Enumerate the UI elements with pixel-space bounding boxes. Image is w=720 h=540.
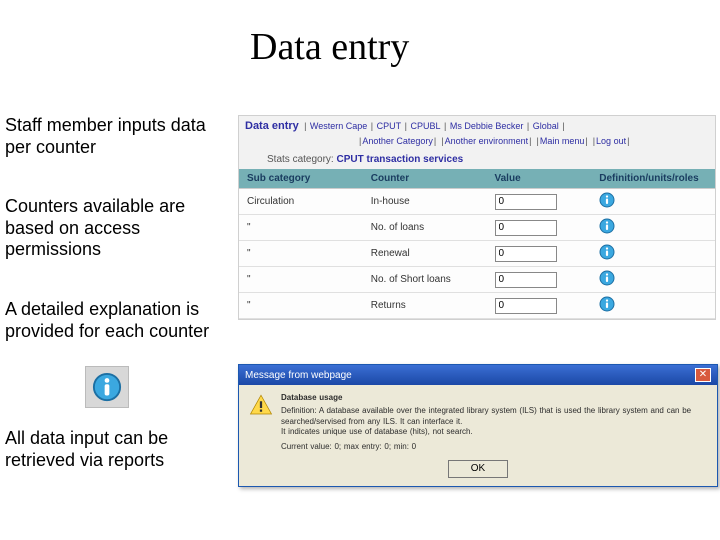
stats-category: Stats category: CPUT transaction service… [239,150,715,169]
cell-subcategory: " [239,215,363,241]
warning-icon [249,393,273,452]
col-value: Value [487,169,592,189]
info-icon[interactable] [599,244,615,260]
dialog-line2: Definition: A database available over th… [281,406,707,427]
cell-counter: No. of Short loans [363,267,487,293]
cell-subcategory: Circulation [239,189,363,215]
crumb[interactable]: Ms Debbie Becker [450,121,524,131]
message-dialog: Message from webpage ✕ Database usage De… [238,364,718,487]
ok-button[interactable]: OK [448,460,508,478]
cell-counter: Returns [363,293,487,319]
value-input[interactable] [495,246,557,262]
cell-value [487,189,592,215]
slide-title: Data entry [250,25,409,69]
value-input[interactable] [495,298,557,314]
info-icon[interactable] [599,296,615,312]
counters-table: Sub category Counter Value Definition/un… [239,169,715,319]
value-input[interactable] [495,220,557,236]
close-icon[interactable]: ✕ [695,368,711,382]
panel-subnav: |Another Category| |Another environment|… [239,136,715,150]
cell-value [487,267,592,293]
cell-value [487,215,592,241]
dialog-title: Message from webpage [245,370,352,381]
dialog-line4: Current value: 0; max entry: 0; min: 0 [281,442,707,452]
cell-info [591,293,715,319]
crumb[interactable]: Western Cape [310,121,367,131]
crumb[interactable]: CPUBL [410,121,440,131]
subnav-link[interactable]: Main menu [540,136,585,146]
stats-value: CPUT transaction services [336,154,463,165]
breadcrumb: | Western Cape | CPUT | CPUBL | Ms Debbi… [302,121,565,131]
bullet-4: All data input can be retrieved via repo… [5,428,235,471]
col-counter: Counter [363,169,487,189]
cell-info [591,189,715,215]
value-input[interactable] [495,272,557,288]
dialog-titlebar: Message from webpage ✕ [239,365,717,385]
cell-counter: No. of loans [363,215,487,241]
crumb[interactable]: Global [533,121,559,131]
table-row: "Renewal [239,241,715,267]
table-row: "No. of loans [239,215,715,241]
cell-subcategory: " [239,241,363,267]
stats-label-text: Stats category: [267,154,334,165]
cell-info [591,267,715,293]
table-row: "Returns [239,293,715,319]
cell-value [487,293,592,319]
info-icon-large [85,366,129,408]
subnav-link[interactable]: Log out [596,136,626,146]
bullet-3: A detailed explanation is provided for e… [5,299,235,342]
dialog-text: Database usage Definition: A database av… [281,393,707,452]
table-row: CirculationIn-house [239,189,715,215]
crumb[interactable]: CPUT [377,121,402,131]
col-subcategory: Sub category [239,169,363,189]
panel-header: Data entry | Western Cape | CPUT | CPUBL… [239,116,715,136]
cell-counter: Renewal [363,241,487,267]
subnav-link[interactable]: Another Category [362,136,433,146]
col-definition: Definition/units/roles [591,169,715,189]
value-input[interactable] [495,194,557,210]
dialog-line3: It indicates unique use of database (hit… [281,427,707,437]
panel-title: Data entry [245,120,299,132]
dialog-line1: Database usage [281,393,707,403]
cell-subcategory: " [239,293,363,319]
table-row: "No. of Short loans [239,267,715,293]
cell-info [591,241,715,267]
info-icon[interactable] [599,218,615,234]
cell-info [591,215,715,241]
data-entry-panel: Data entry | Western Cape | CPUT | CPUBL… [238,115,716,320]
info-icon[interactable] [599,270,615,286]
cell-counter: In-house [363,189,487,215]
info-icon[interactable] [599,192,615,208]
cell-subcategory: " [239,267,363,293]
bullet-1: Staff member inputs data per counter [5,115,235,158]
cell-value [487,241,592,267]
subnav-link[interactable]: Another environment [445,136,529,146]
left-column: Staff member inputs data per counter Cou… [5,115,235,509]
bullet-2: Counters available are based on access p… [5,196,235,261]
